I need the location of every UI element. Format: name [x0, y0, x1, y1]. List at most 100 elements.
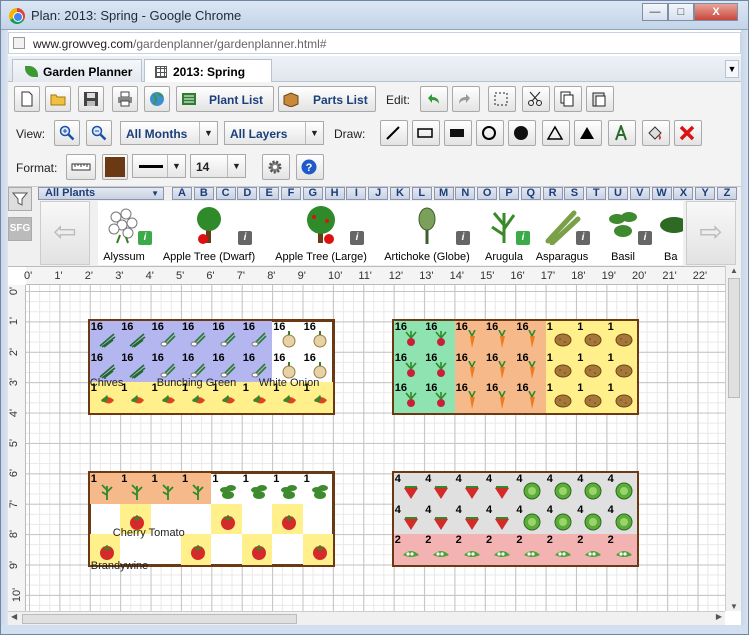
- plant-cell-strawberry[interactable]: 4: [424, 503, 455, 535]
- plant-cell-pea[interactable]: 2: [393, 534, 425, 565]
- info-icon[interactable]: i: [138, 231, 152, 245]
- filter-button[interactable]: [8, 187, 32, 211]
- plant-cell-tomato[interactable]: [241, 534, 273, 565]
- plant-cell-strawberry[interactable]: 4: [393, 503, 425, 535]
- plant-alyssum[interactable]: i Alyssum: [98, 201, 152, 265]
- plant-arugula[interactable]: i Arugula: [478, 201, 530, 265]
- plant-cell-pea[interactable]: 2: [545, 534, 577, 565]
- draw-text-button[interactable]: [608, 120, 636, 146]
- plant-cell-potato[interactable]: 1: [545, 351, 577, 383]
- plant-cell-potato[interactable]: 1: [545, 321, 577, 352]
- tab-menu-button[interactable]: ▼: [725, 60, 739, 78]
- info-icon[interactable]: i: [456, 231, 470, 245]
- plant-cell-lettuce[interactable]: 4: [606, 503, 637, 535]
- plant-cell-potato[interactable]: 1: [606, 351, 637, 383]
- plant-cell-pea[interactable]: 2: [606, 534, 637, 565]
- plant-cell-lettuce[interactable]: 4: [576, 473, 607, 504]
- plant-cell-strawberry[interactable]: 4: [484, 503, 516, 535]
- letter-filter-f[interactable]: F: [281, 187, 301, 200]
- zoom-in-button[interactable]: [54, 120, 80, 146]
- plant-basil[interactable]: i Basil: [594, 201, 652, 265]
- open-button[interactable]: [45, 86, 71, 112]
- plant-cell-basil[interactable]: 1: [211, 473, 241, 503]
- plant-cell-carrot[interactable]: 16: [454, 321, 485, 352]
- delete-button[interactable]: [674, 120, 702, 146]
- plant-cell-carrot[interactable]: 16: [484, 382, 516, 413]
- plant-cell-carrot[interactable]: 16: [515, 351, 546, 383]
- undo-button[interactable]: [420, 86, 448, 112]
- plant-cell-potato[interactable]: 1: [606, 321, 637, 352]
- letter-filter-q[interactable]: Q: [520, 187, 541, 200]
- letter-filter-g[interactable]: G: [302, 187, 323, 200]
- plant-apple-large[interactable]: i Apple Tree (Large): [268, 201, 374, 265]
- select-button[interactable]: [488, 86, 516, 112]
- plant-cell-lettuce[interactable]: 4: [515, 503, 546, 535]
- plant-cell-radish[interactable]: 16: [424, 382, 455, 413]
- plant-cell-strawberry[interactable]: 4: [484, 473, 516, 504]
- measure-button[interactable]: [66, 154, 96, 180]
- address-bar[interactable]: www.growveg.com/gardenplanner/gardenplan…: [8, 32, 741, 54]
- plant-cell-whiteonion[interactable]: 16: [303, 321, 333, 351]
- plant-cell-tomato[interactable]: [211, 503, 242, 535]
- plant-cell-basil[interactable]: 1: [242, 473, 272, 503]
- plant-cell-tomato[interactable]: [180, 534, 212, 565]
- letter-filter-x[interactable]: X: [673, 187, 694, 200]
- letter-filter-c[interactable]: C: [215, 187, 236, 200]
- plant-asparagus[interactable]: i Asparagus: [534, 201, 590, 265]
- plant-cell-strawberry[interactable]: 4: [424, 473, 455, 504]
- plant-cell-radish[interactable]: 16: [424, 351, 455, 383]
- info-icon[interactable]: i: [516, 231, 530, 245]
- info-icon[interactable]: i: [638, 231, 652, 245]
- scroll-plants-right-button[interactable]: ⇨: [686, 201, 736, 265]
- plant-cell-potato[interactable]: 1: [576, 351, 607, 383]
- plant-cell-basil[interactable]: 1: [272, 473, 302, 503]
- help-button[interactable]: ?: [296, 154, 324, 180]
- plant-cell-chives[interactable]: 16: [89, 321, 121, 352]
- letter-filter-l[interactable]: L: [411, 187, 432, 200]
- plant-cell-cilantro[interactable]: 1: [180, 473, 212, 504]
- draw-filled-rectangle-button[interactable]: [444, 120, 472, 146]
- letter-filter-m[interactable]: M: [433, 187, 454, 200]
- letter-filter-h[interactable]: H: [324, 187, 345, 200]
- plant-cell-cilantro[interactable]: 1: [89, 473, 121, 504]
- fill-button[interactable]: [642, 120, 670, 146]
- info-icon[interactable]: i: [350, 231, 364, 245]
- garden-grid[interactable]: 16 16 16 16 16 16 16 16 16 16 16 16 16 16 16 16 1 1 1 1 1 1 1 1…: [26, 285, 726, 615]
- letter-filter-k[interactable]: K: [390, 187, 410, 200]
- letter-filter-e[interactable]: E: [259, 187, 280, 200]
- scroll-thumb[interactable]: [728, 278, 740, 398]
- plant-cell-strawberry[interactable]: 4: [454, 503, 485, 535]
- tab-2013-spring[interactable]: 2013: Spring: [144, 59, 272, 83]
- print-button[interactable]: [112, 86, 138, 112]
- draw-triangle-button[interactable]: [542, 120, 570, 146]
- letter-filter-b[interactable]: B: [193, 187, 214, 200]
- plant-cell-pea[interactable]: 2: [576, 534, 607, 565]
- close-window-button[interactable]: X: [694, 3, 738, 21]
- save-button[interactable]: [78, 86, 104, 112]
- plant-cell-basil[interactable]: 1: [303, 473, 333, 503]
- plant-cell-whiteonion[interactable]: 16: [272, 321, 302, 351]
- letter-filter-w[interactable]: W: [651, 187, 672, 200]
- plant-cell-carrot[interactable]: 16: [515, 321, 546, 352]
- plant-apple-dwarf[interactable]: i Apple Tree (Dwarf): [156, 201, 262, 265]
- vertical-scrollbar[interactable]: ▲ ▼: [725, 266, 741, 611]
- plant-cell-tomato[interactable]: [272, 503, 303, 535]
- paste-button[interactable]: [586, 86, 614, 112]
- letter-filter-u[interactable]: U: [608, 187, 628, 200]
- plant-cell-cilantro[interactable]: 1: [120, 473, 151, 504]
- tab-garden-planner[interactable]: Garden Planner: [12, 59, 142, 82]
- plant-cell-lettuce[interactable]: 4: [545, 473, 577, 504]
- horizontal-scrollbar[interactable]: ◀ ▶: [8, 611, 725, 625]
- zoom-out-button[interactable]: [86, 120, 112, 146]
- plant-cell-cilantro[interactable]: 1: [150, 473, 181, 504]
- info-icon[interactable]: i: [238, 231, 252, 245]
- plant-cell-carrot[interactable]: 16: [454, 351, 485, 383]
- plant-cell-strawberry[interactable]: 4: [454, 473, 485, 504]
- settings-button[interactable]: [262, 154, 290, 180]
- raised-bed-2[interactable]: 16 16 16 16 16 1 1 1 16 16 16 16 16 1 1 1 16 16 16 16 16 1 1 1: [391, 319, 639, 415]
- plant-partial[interactable]: Ba: [658, 201, 683, 265]
- plant-cell-radish[interactable]: 16: [393, 351, 425, 383]
- plant-cell-radish[interactable]: 16: [393, 321, 425, 352]
- letter-filter-t[interactable]: T: [586, 187, 607, 200]
- globe-button[interactable]: [144, 86, 170, 112]
